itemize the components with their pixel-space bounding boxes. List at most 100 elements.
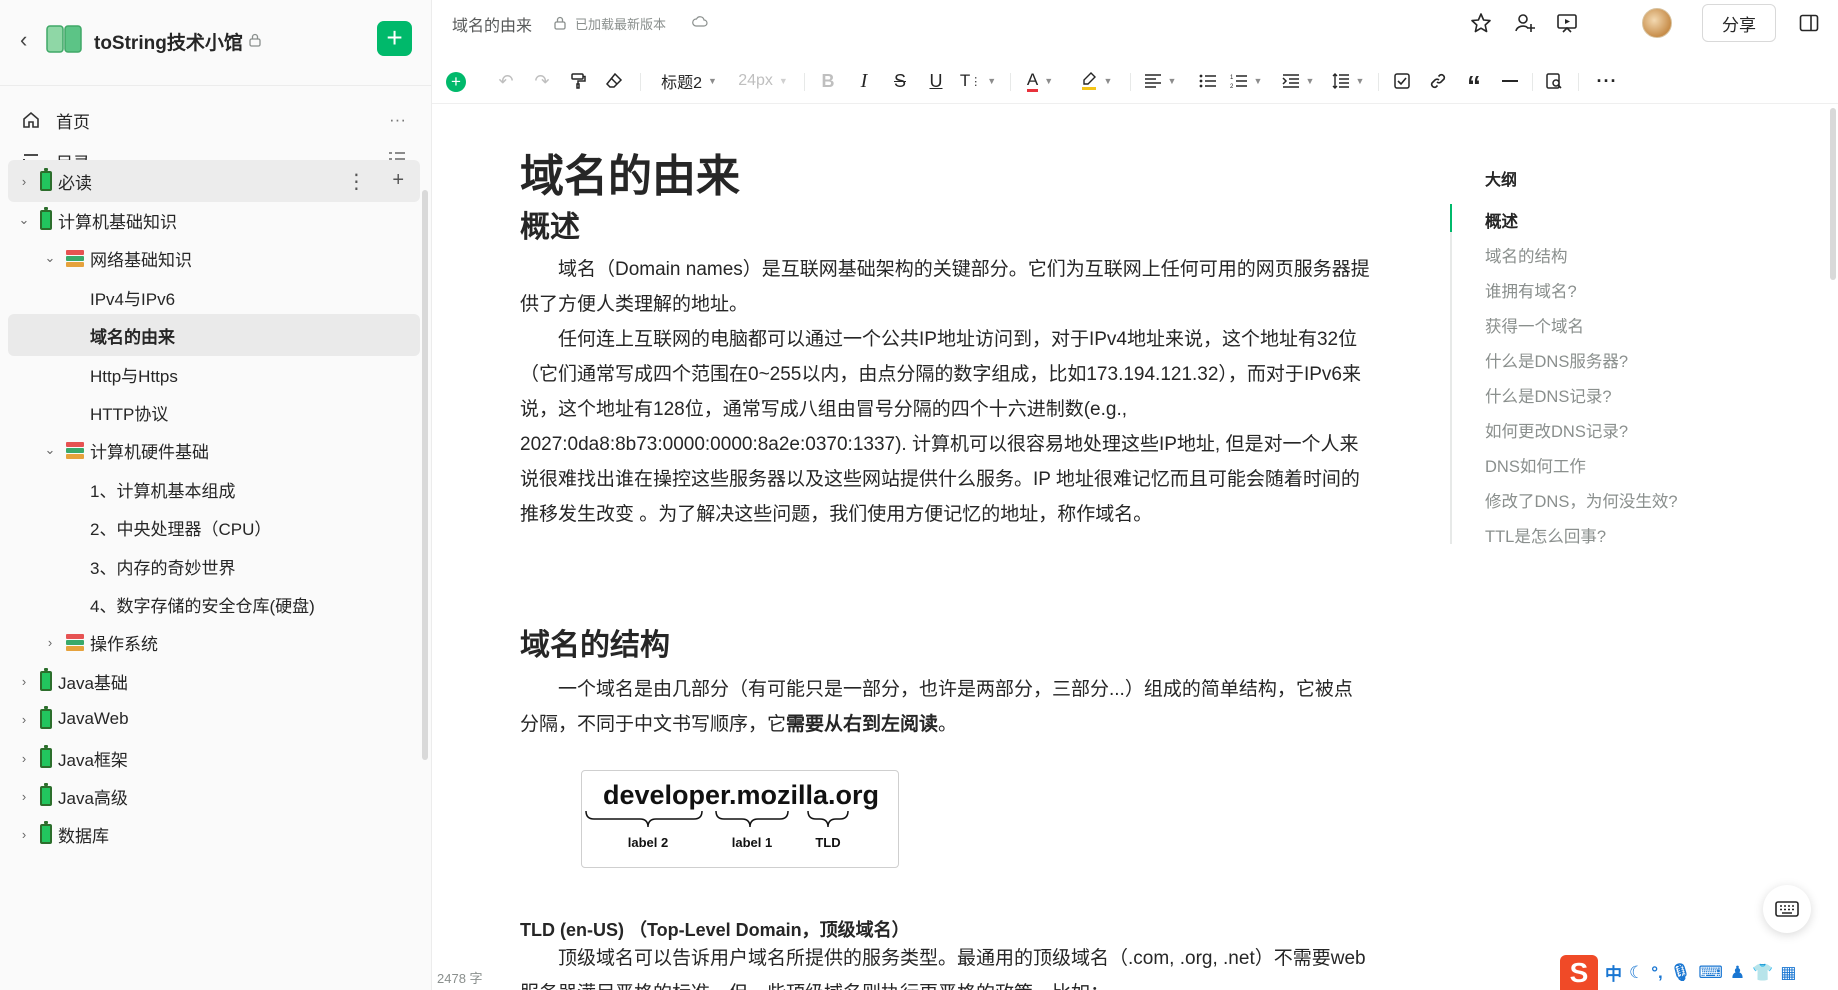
share-button[interactable]: 分享 <box>1702 4 1776 42</box>
back-icon[interactable]: ‹ <box>20 28 40 52</box>
divider-icon[interactable] <box>1498 68 1522 94</box>
chevron-down-icon[interactable]: ⌄ <box>42 442 58 458</box>
paragraph[interactable]: 任何连上互联网的电脑都可以通过一个公共IP地址访问到，对于IPv4地址来说，这个… <box>520 322 1370 532</box>
quote-icon[interactable]: “ <box>1462 68 1486 101</box>
more-vertical-icon[interactable]: ⋮ <box>346 169 366 194</box>
outline-item[interactable]: 概述 <box>1485 208 1518 232</box>
user-icon[interactable]: ♟ <box>1730 963 1745 983</box>
outline-item[interactable]: 谁拥有域名? <box>1485 278 1577 302</box>
chevron-right-icon[interactable]: › <box>16 827 32 842</box>
tree-item-os[interactable]: › 操作系统 <box>8 621 420 663</box>
mic-icon[interactable]: 🎙 <box>1670 963 1692 983</box>
tree-item-hw-3[interactable]: 3、内存的奇妙世界 <box>8 545 420 587</box>
domain-structure-figure[interactable]: developer.mozilla.org label 2 label 1 TL… <box>581 770 899 868</box>
punctuation-icon[interactable]: °, <box>1651 963 1663 983</box>
redo-icon[interactable]: ↷ <box>530 68 554 94</box>
tree-item-java-framework[interactable]: › Java框架 <box>8 737 420 779</box>
add-collaborator-icon[interactable] <box>1512 10 1538 36</box>
apps-icon[interactable]: ▦ <box>1780 963 1796 983</box>
text-more-icon[interactable]: T ⋮ ▼ <box>958 68 998 94</box>
font-color-icon[interactable]: A ▼ <box>1020 68 1060 94</box>
tree-item-cs-basics[interactable]: ⌄ 计算机基础知识 <box>8 199 420 241</box>
chevron-right-icon[interactable]: › <box>42 635 58 650</box>
top-bar: 域名的由来 已加载最新版本 分享 <box>432 0 1838 46</box>
clear-format-icon[interactable] <box>602 68 626 94</box>
outline-item[interactable]: DNS如何工作 <box>1485 453 1586 477</box>
heading-structure[interactable]: 域名的结构 <box>520 620 670 664</box>
chevron-right-icon[interactable]: › <box>16 751 32 766</box>
chevron-down-icon[interactable]: ⌄ <box>16 212 32 228</box>
tree-item-domain-origin[interactable]: 域名的由来 <box>8 314 420 356</box>
moon-icon[interactable]: ☾ <box>1629 963 1644 983</box>
tree-item-http-https[interactable]: Http与Https <box>8 353 420 395</box>
tree-item-database[interactable]: › 数据库 <box>8 813 420 855</box>
italic-icon[interactable]: I <box>852 68 876 94</box>
more-icon[interactable]: ··· <box>389 110 406 130</box>
book-title[interactable]: toString技术小馆 <box>94 28 243 55</box>
tree-item-hw-1[interactable]: 1、计算机基本组成 <box>8 468 420 510</box>
ime-logo[interactable]: S <box>1560 955 1598 990</box>
link-icon[interactable] <box>1426 68 1450 94</box>
add-child-icon[interactable]: + <box>392 169 404 194</box>
outline-item[interactable]: TTL是怎么回事? <box>1485 523 1606 547</box>
paragraph[interactable]: 一个域名是由几部分（有可能只是一部分，也许是两部分，三部分...）组成的简单结构… <box>520 672 1370 742</box>
tree-item-network[interactable]: ⌄ 网络基础知识 <box>8 237 420 279</box>
highlight-icon[interactable]: ▼ <box>1076 68 1116 94</box>
heading-style-select[interactable]: 标题2 ▼ <box>656 68 722 94</box>
tree-item-hw-4[interactable]: 4、数字存储的安全仓库(硬盘) <box>8 583 420 625</box>
outline-item[interactable]: 获得一个域名 <box>1485 313 1584 337</box>
outline-item[interactable]: 修改了DNS，为何没生效? <box>1485 488 1678 512</box>
tree-item-http-protocol[interactable]: HTTP协议 <box>8 391 420 433</box>
font-size-select[interactable]: 24px ▼ <box>732 68 794 94</box>
nav-home[interactable]: 首页 ··· <box>8 99 420 141</box>
content-scrollbar[interactable] <box>1830 108 1836 280</box>
chevron-right-icon[interactable]: › <box>16 712 32 727</box>
outline-item[interactable]: 域名的结构 <box>1485 243 1568 267</box>
avatar[interactable] <box>1642 8 1672 38</box>
undo-icon[interactable]: ↶ <box>494 68 518 94</box>
underline-icon[interactable]: U <box>924 68 948 94</box>
insert-block-button[interactable]: + <box>446 72 466 92</box>
ordered-list-icon[interactable]: 1 2 ▼ <box>1226 68 1266 94</box>
tree-item-javaweb[interactable]: › JavaWeb <box>8 698 420 740</box>
tree-item-required[interactable]: › 必读 ⋮ + <box>8 160 420 202</box>
strikethrough-icon[interactable]: S <box>888 68 912 94</box>
ime-mode[interactable]: 中 <box>1605 960 1622 985</box>
heading-tld[interactable]: TLD (en-US) （Top-Level Domain，顶级域名） <box>520 916 910 942</box>
find-replace-icon[interactable] <box>1542 68 1566 94</box>
tree-item-hw-2[interactable]: 2、中央处理器（CPU） <box>8 506 420 548</box>
bullet-list-icon[interactable] <box>1196 68 1220 94</box>
doc-name[interactable]: 域名的由来 <box>452 12 532 36</box>
task-list-icon[interactable] <box>1390 68 1414 94</box>
new-doc-button[interactable]: + <box>377 21 412 56</box>
line-height-icon[interactable]: ▼ <box>1328 68 1368 94</box>
chevron-right-icon[interactable]: › <box>16 674 32 689</box>
outline-item[interactable]: 如何更改DNS记录? <box>1485 418 1628 442</box>
align-icon[interactable]: ▼ <box>1140 68 1180 94</box>
panel-toggle-icon[interactable] <box>1796 10 1822 36</box>
ime-toolbar[interactable]: S 中 ☾ °, 🎙 ⌨ ♟ 👕 ▦ <box>1560 955 1838 990</box>
chevron-right-icon[interactable]: › <box>16 789 32 804</box>
chevron-down-icon[interactable]: ⌄ <box>42 250 58 266</box>
keyboard-icon[interactable]: ⌨ <box>1698 963 1723 983</box>
paragraph[interactable]: 顶级域名可以告诉用户域名所提供的服务类型。最通用的顶级域名（.com, .org… <box>520 941 1370 990</box>
tree-item-ipv4-ipv6[interactable]: IPv4与IPv6 <box>8 276 420 318</box>
doc-title[interactable]: 域名的由来 <box>520 140 740 204</box>
bold-icon[interactable]: B <box>816 68 840 94</box>
heading-overview[interactable]: 概述 <box>520 202 580 246</box>
presentation-icon[interactable] <box>1554 10 1580 36</box>
tree-item-hardware[interactable]: ⌄ 计算机硬件基础 <box>8 429 420 471</box>
skin-icon[interactable]: 👕 <box>1752 963 1773 983</box>
star-icon[interactable] <box>1468 10 1494 36</box>
format-painter-icon[interactable] <box>566 68 590 94</box>
sidebar-scrollbar[interactable] <box>422 190 428 760</box>
outline-item[interactable]: 什么是DNS服务器? <box>1485 348 1628 372</box>
indent-icon[interactable]: ▼ <box>1278 68 1318 94</box>
outline-item[interactable]: 什么是DNS记录? <box>1485 383 1612 407</box>
more-options-icon[interactable]: ··· <box>1594 68 1620 94</box>
chevron-right-icon[interactable]: › <box>16 174 32 189</box>
tree-item-java-advanced[interactable]: › Java高级 <box>8 775 420 817</box>
keyboard-shortcuts-button[interactable] <box>1763 885 1811 933</box>
tree-item-java-basics[interactable]: › Java基础 <box>8 660 420 702</box>
paragraph[interactable]: 域名（Domain names）是互联网基础架构的关键部分。它们为互联网上任何可… <box>520 252 1370 322</box>
